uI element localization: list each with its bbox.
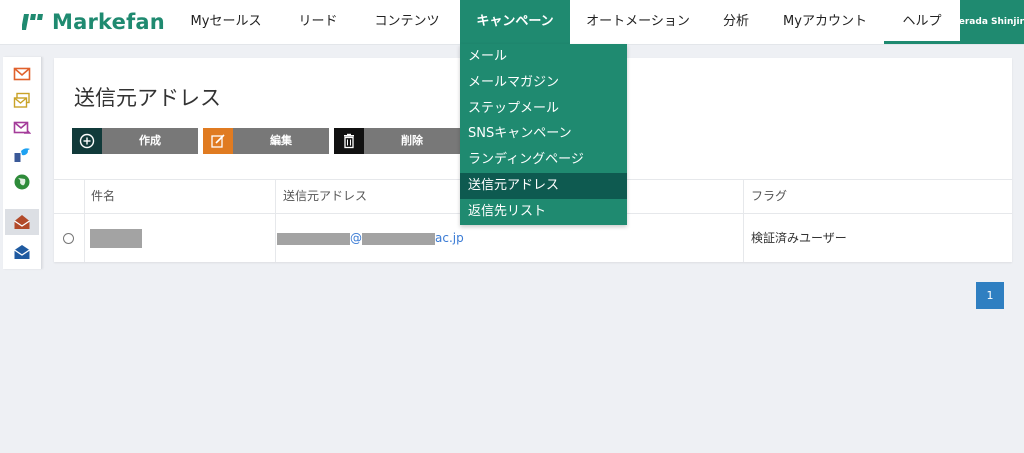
menu-item-mail[interactable]: メール <box>460 44 627 70</box>
nav-item-leads[interactable]: リード <box>282 0 354 44</box>
main-nav: Myセールス リード コンテンツ キャンペーン オートメーション 分析 Myアカ… <box>170 0 960 44</box>
column-header-sender-address[interactable]: 送信元アドレス <box>283 180 367 213</box>
nav-item-analytics[interactable]: 分析 <box>706 0 766 44</box>
nav-item-campaign[interactable]: キャンペーン <box>460 0 570 44</box>
email-at-sign: @ <box>350 231 362 245</box>
nav-item-contents[interactable]: コンテンツ <box>354 0 460 44</box>
sidebar-item-landing-page[interactable] <box>5 169 39 195</box>
reply-mail-icon <box>14 245 30 259</box>
sidebar-item-mail[interactable] <box>5 61 39 87</box>
user-menu[interactable]: Terada Shinjiro <box>960 0 1024 44</box>
app-logo[interactable]: Markefan <box>22 9 165 35</box>
edit-button-label: 編集 <box>270 135 292 147</box>
menu-item-step-mail[interactable]: ステップメール <box>460 96 627 122</box>
page-title: 送信元アドレス <box>74 86 221 110</box>
social-icon <box>14 148 30 162</box>
top-navigation-bar: Markefan Myセールス リード コンテンツ キャンペーン オートメーショ… <box>0 0 1024 45</box>
mail-forward-icon <box>13 121 31 134</box>
row-name-cell <box>90 214 142 262</box>
add-circle-icon <box>72 128 102 154</box>
create-button-label: 作成 <box>139 135 161 147</box>
logo-text: Markefan <box>52 10 165 34</box>
sender-mail-icon <box>14 215 30 229</box>
redacted-email-domain <box>362 232 435 245</box>
campaign-dropdown-menu: メール メールマガジン ステップメール SNSキャンペーン ランディングページ … <box>460 44 627 225</box>
sidebar-item-reply-list[interactable] <box>5 239 39 265</box>
menu-item-landing-page[interactable]: ランディングページ <box>460 147 627 173</box>
sidebar-item-sender-address[interactable] <box>5 209 39 235</box>
menu-item-reply-list[interactable]: 返信先リスト <box>460 199 627 225</box>
multi-mail-icon <box>13 92 30 108</box>
redacted-name <box>90 229 142 248</box>
nav-item-my-sales[interactable]: Myセールス <box>170 0 282 44</box>
globe-icon <box>14 174 30 190</box>
row-email-cell[interactable]: @ ac.jp <box>277 214 464 262</box>
nav-item-my-account[interactable]: Myアカウント <box>766 0 884 44</box>
row-select-radio[interactable] <box>63 233 74 244</box>
menu-item-sns-campaign[interactable]: SNSキャンペーン <box>460 121 627 147</box>
menu-item-mail-magazine[interactable]: メールマガジン <box>460 70 627 96</box>
edit-button[interactable]: 編集 <box>203 128 329 154</box>
mail-icon <box>13 67 31 81</box>
create-button[interactable]: 作成 <box>72 128 198 154</box>
delete-button[interactable]: 削除 <box>334 128 460 154</box>
pagination-page-1[interactable]: 1 <box>976 282 1004 309</box>
row-flag-cell: 検証済みユーザー <box>751 231 847 245</box>
sidebar-item-sns[interactable] <box>5 142 39 168</box>
trash-icon <box>334 128 364 154</box>
sidebar-item-step-mail[interactable] <box>5 115 39 141</box>
redacted-email-local <box>277 232 350 245</box>
markefan-logo-icon <box>22 14 43 30</box>
column-header-name[interactable]: 件名 <box>91 180 115 213</box>
delete-button-label: 削除 <box>401 135 423 147</box>
menu-item-sender-address[interactable]: 送信元アドレス <box>460 172 627 199</box>
column-header-flag[interactable]: フラグ <box>751 180 787 213</box>
nav-item-automation[interactable]: オートメーション <box>570 0 706 44</box>
email-domain-suffix: ac.jp <box>435 231 464 245</box>
nav-item-help[interactable]: ヘルプ <box>884 0 960 44</box>
edit-pencil-icon <box>203 128 233 154</box>
sidebar-item-mail-magazine[interactable] <box>5 88 39 114</box>
campaign-sidebar <box>3 57 42 269</box>
